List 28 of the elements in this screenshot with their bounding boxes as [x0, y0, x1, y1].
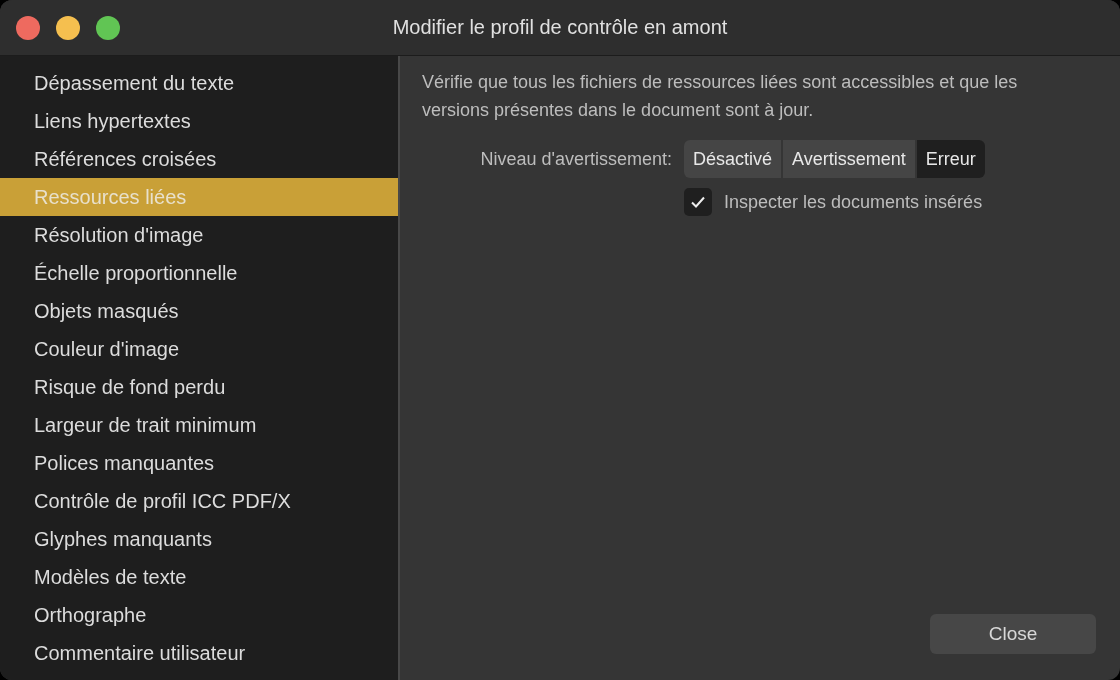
sidebar-item[interactable]: Commentaire utilisateur [0, 634, 398, 672]
description-text: Vérifie que tous les fichiers de ressources liées sont accessibles et que les versions présentes dans le document sont à jour. [422, 71, 1019, 122]
checkbox[interactable] [684, 188, 712, 216]
sidebar-item[interactable]: Échelle proportionnelle [0, 254, 398, 292]
checkbox-label: Inspecter les documents insérés [724, 191, 983, 213]
sidebar-item[interactable]: Liens hypertextes [0, 102, 398, 140]
sidebar-item[interactable]: Couleur d'image [0, 330, 398, 368]
sidebar-item[interactable]: Résolution d'image [0, 216, 398, 254]
segment-option[interactable]: Désactivé [684, 140, 782, 178]
close-button[interactable]: Close [930, 614, 1096, 654]
sidebar-item[interactable]: Objets masqués [0, 292, 398, 330]
segment-option[interactable]: Erreur [916, 140, 985, 178]
sidebar-item[interactable]: Glyphes manquants [0, 520, 398, 558]
minimize-icon[interactable] [56, 15, 80, 40]
segment-option[interactable]: Avertissement [783, 140, 915, 178]
sidebar-item[interactable]: Dépassement du texte [0, 64, 398, 102]
sidebar-item[interactable]: Modèles de texte [0, 558, 398, 596]
sidebar-item[interactable]: Références croisées [0, 140, 398, 178]
sidebar-item[interactable]: Contrôle de profil ICC PDF/X [0, 482, 398, 520]
sidebar-item[interactable]: Risque de fond perdu [0, 368, 398, 406]
checkmark-icon [690, 195, 706, 209]
sidebar-item[interactable]: Largeur de trait minimum [0, 406, 398, 444]
sidebar-item[interactable]: Orthographe [0, 596, 398, 634]
window-title: Modifier le profil de contrôle en amont [391, 16, 729, 39]
field-label: Niveau d'avertissement: [479, 148, 673, 170]
zoom-icon[interactable] [96, 15, 120, 40]
sidebar-item[interactable]: Polices manquantes [0, 444, 398, 482]
close-icon[interactable] [16, 15, 40, 40]
